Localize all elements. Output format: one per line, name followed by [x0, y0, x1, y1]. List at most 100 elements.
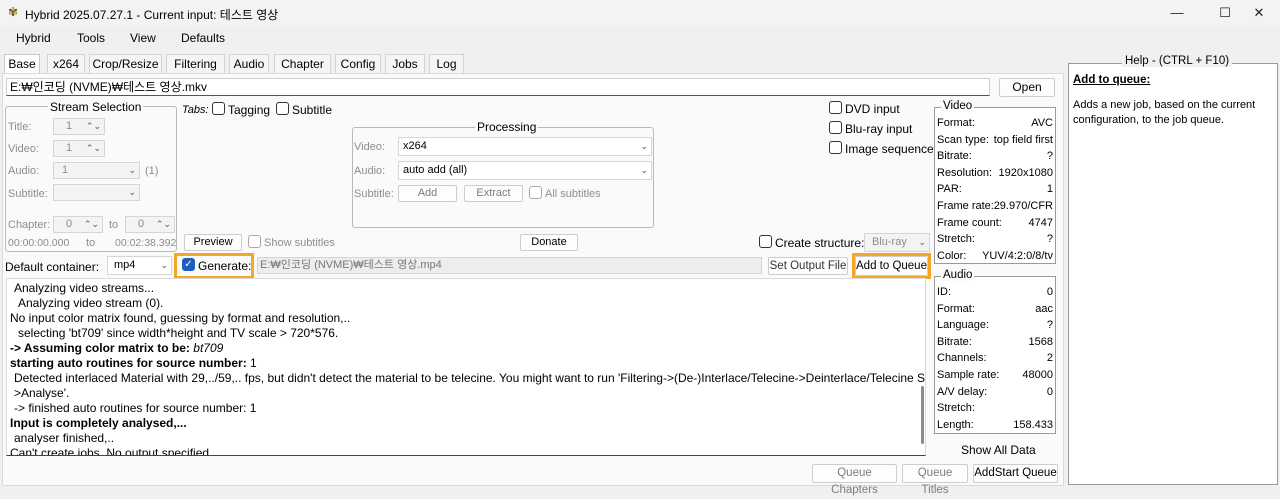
image-sequence-label: Image sequence	[845, 142, 934, 156]
video-stream-value: 1	[66, 142, 73, 154]
audio-info-row: A/V delay: 0	[937, 386, 1053, 402]
audio-info-key: Format:	[937, 302, 975, 315]
tab-chapter[interactable]: Chapter	[274, 54, 331, 74]
create-structure-checkbox[interactable]	[759, 235, 772, 248]
spin-arrows-icon: ⌃⌄	[85, 121, 101, 131]
audio-info-key: Length:	[937, 418, 974, 431]
all-subtitles-checkbox[interactable]	[529, 186, 542, 199]
proc-audio-label: Audio:	[354, 165, 386, 177]
bluray-input-label: Blu-ray input	[845, 122, 913, 136]
dvd-input-label: DVD input	[845, 102, 900, 116]
tab-filtering[interactable]: Filtering	[166, 54, 225, 74]
video-info-row: Format: AVC	[937, 117, 1053, 133]
tab-log[interactable]: Log	[429, 54, 464, 74]
tab-x264[interactable]: x264	[47, 54, 85, 74]
title-bar: ✾ Hybrid 2025.07.27.1 - Current input: 테…	[0, 0, 1280, 26]
minimize-button[interactable]: —	[1154, 0, 1200, 26]
audio-info-row: Format: aac	[937, 303, 1053, 319]
video-info-value: top field first	[993, 133, 1053, 146]
stream-selection-title: Stream Selection	[48, 100, 144, 114]
generate-checkbox[interactable]: ✓	[182, 258, 195, 271]
menu-defaults[interactable]: Defaults	[181, 31, 225, 45]
video-info-key: Scan type:	[937, 133, 989, 146]
window-title: Hybrid 2025.07.27.1 - Current input: 테스트…	[25, 8, 279, 22]
video-info-box: Format: AVC Scan type: top field first Bitra…	[934, 107, 1056, 264]
add-subtitle-button[interactable]: Add	[398, 185, 457, 202]
set-output-file-button[interactable]: Set Output File	[768, 257, 848, 275]
proc-audio-combo[interactable]: auto add (all) ⌄	[398, 161, 652, 180]
video-info-value: 1920x1080	[998, 166, 1053, 179]
tab-config[interactable]: Config	[335, 54, 381, 74]
image-sequence-checkbox[interactable]	[829, 141, 842, 154]
log-line: starting auto routines for source number…	[10, 356, 257, 370]
chevron-down-icon: ⌄	[640, 141, 648, 151]
video-info-key: PAR:	[937, 183, 962, 196]
queue-titles-button[interactable]: Queue Titles	[902, 464, 968, 496]
proc-video-value: x264	[403, 140, 427, 152]
video-info-value: ?	[1046, 150, 1053, 163]
log-line: Can't create jobs. No output specified..…	[10, 446, 220, 456]
log-line: Detected interlaced Material with 29,../…	[14, 371, 926, 385]
log-line: Input is completely analysed,...	[10, 416, 187, 430]
video-info-row: Frame rate: 29.970/CFR	[937, 200, 1053, 216]
chevron-down-icon: ⌄	[640, 165, 648, 175]
log-scrollbar[interactable]	[921, 386, 924, 444]
add-start-queue-button[interactable]: AddStart Queue	[973, 464, 1058, 483]
input-path-field[interactable]: E:₩인코딩 (NVME)₩테스트 영상.mkv	[6, 78, 990, 96]
video-info-key: Frame count:	[937, 216, 1002, 229]
spin-arrows-icon: ⌃⌄	[155, 219, 171, 229]
spin-arrows-icon: ⌃⌄	[83, 219, 99, 229]
output-path-field[interactable]: E:₩인코딩 (NVME)₩테스트 영상.mp4	[257, 257, 762, 274]
chapter-from-spinbox[interactable]: 0 ⌃⌄	[53, 216, 103, 233]
audio-info-row: Channels: 2	[937, 352, 1053, 368]
time-to-label: to	[86, 237, 96, 249]
close-button[interactable]: ✕	[1236, 0, 1280, 26]
add-to-queue-button[interactable]: Add to Queue	[855, 256, 928, 276]
help-heading: Add to queue:	[1073, 74, 1151, 86]
dvd-input-checkbox[interactable]	[829, 101, 842, 114]
tabs-option-label: Tabs:	[182, 104, 209, 116]
video-info-title: Video	[941, 100, 975, 112]
default-container-combo[interactable]: mp4 ⌄	[107, 256, 172, 275]
extract-subtitle-button[interactable]: Extract	[464, 185, 523, 202]
log-output[interactable]: Analyzing video streams... Analyzing vide…	[6, 278, 926, 456]
open-button[interactable]: Open	[999, 78, 1055, 97]
donate-button[interactable]: Donate	[520, 234, 578, 251]
video-info-key: Bitrate:	[937, 150, 972, 163]
tab-crop-resize[interactable]: Crop/Resize	[89, 54, 162, 74]
audio-stream-combo[interactable]: 1 ⌄	[53, 162, 140, 179]
menu-view[interactable]: View	[130, 31, 156, 45]
log-line: selecting 'bt709' since width*height and…	[18, 326, 339, 340]
audio-info-title: Audio	[941, 269, 975, 281]
menu-hybrid[interactable]: Hybrid	[16, 31, 51, 45]
preview-button[interactable]: Preview	[184, 234, 242, 251]
chapter-to-spinbox[interactable]: 0 ⌃⌄	[125, 216, 175, 233]
default-container-label: Default container:	[5, 260, 100, 274]
proc-audio-value: auto add (all)	[403, 164, 468, 176]
show-subtitles-label: Show subtitles	[264, 237, 335, 249]
queue-chapters-button[interactable]: Queue Chapters	[812, 464, 897, 496]
subtitle-stream-combo[interactable]: ⌄	[53, 184, 140, 201]
proc-video-combo[interactable]: x264 ⌄	[398, 137, 652, 156]
chapter-from-value: 0	[66, 218, 73, 230]
tagging-checkbox[interactable]	[212, 102, 225, 115]
create-structure-combo[interactable]: Blu-ray ⌄	[864, 233, 930, 252]
video-info-row: PAR: 1	[937, 183, 1053, 199]
tab-base[interactable]: Base	[4, 54, 40, 75]
menu-tools[interactable]: Tools	[77, 31, 105, 45]
show-subtitles-checkbox[interactable]	[248, 235, 261, 248]
tab-jobs[interactable]: Jobs	[385, 54, 425, 74]
audio-count: (1)	[145, 165, 159, 177]
audio-info-key: Bitrate:	[937, 335, 972, 348]
audio-info-value: 48000	[1022, 369, 1053, 381]
show-all-data-button[interactable]: Show All Data	[961, 443, 1036, 457]
bluray-input-checkbox[interactable]	[829, 121, 842, 134]
video-stream-spinbox[interactable]: 1 ⌃⌄	[53, 140, 105, 157]
title-spinbox[interactable]: 1 ⌃⌄	[53, 118, 105, 135]
chevron-down-icon: ⌄	[160, 260, 168, 270]
audio-info-value: ?	[1046, 319, 1053, 332]
chapter-label: Chapter:	[8, 219, 51, 231]
video-info-key: Resolution:	[937, 166, 993, 179]
subtitle-tab-checkbox[interactable]	[276, 102, 289, 115]
tab-audio[interactable]: Audio	[229, 54, 269, 74]
